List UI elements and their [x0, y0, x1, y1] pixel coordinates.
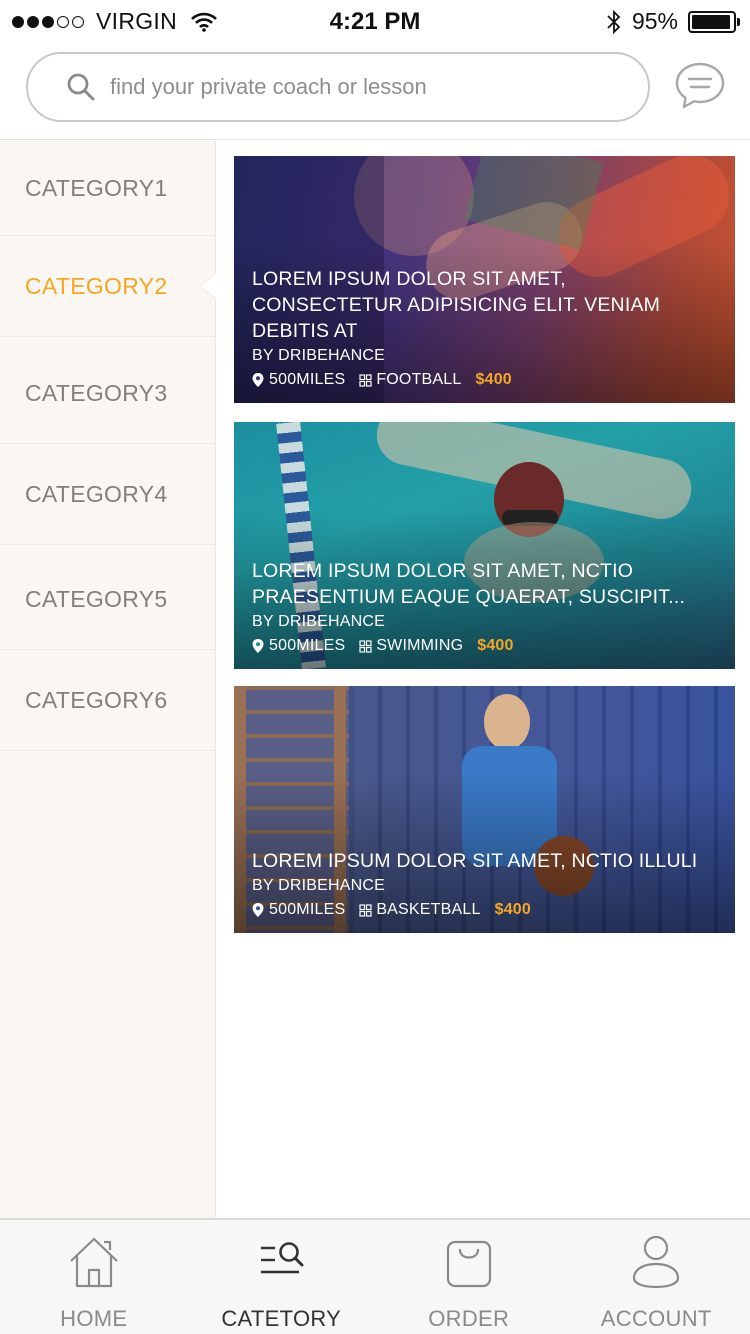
card-price: $400: [477, 637, 514, 654]
tab-order[interactable]: ORDER: [375, 1220, 563, 1334]
tab-label: HOME: [60, 1306, 128, 1331]
tab-account[interactable]: ACCOUNT: [563, 1220, 750, 1334]
battery-icon: [688, 10, 740, 33]
sidebar-item-label: CATEGORY1: [25, 174, 168, 201]
lesson-card[interactable]: LOREM IPSUM DOLOR SIT AMET, CONSECTETUR …: [234, 156, 735, 403]
card-author: BY DRIBEHANCE: [252, 347, 386, 364]
sidebar-item-category5[interactable]: CATEGORY5: [0, 545, 215, 650]
sidebar-item-category6[interactable]: CATEGORY6: [0, 650, 215, 751]
card-title: LOREM IPSUM DOLOR SIT AMET, NCTIO PRAESE…: [252, 560, 686, 608]
card-sport: FOOTBALL: [376, 371, 462, 388]
tab-label: ACCOUNT: [600, 1306, 712, 1331]
sidebar-item-label: CATEGORY2: [25, 272, 168, 299]
user-icon: [633, 1235, 680, 1289]
card-price: $400: [494, 901, 531, 918]
sidebar-item-category1[interactable]: CATEGORY1: [0, 141, 215, 236]
search-icon: [67, 73, 95, 101]
card-content: LOREM IPSUM DOLOR SIT AMET, CONSECTETUR …: [252, 266, 721, 389]
sidebar-item-category3[interactable]: CATEGORY3: [0, 337, 215, 444]
card-distance: 500MILES: [269, 371, 346, 388]
message-icon[interactable]: [674, 60, 726, 112]
status-bar: VIRGIN 4:21 PM 95%: [0, 0, 750, 42]
card-sport: SWIMMING: [376, 637, 464, 654]
battery-fill: [692, 14, 730, 29]
lesson-card[interactable]: LOREM IPSUM DOLOR SIT AMET, NCTIO ILLULI…: [234, 686, 735, 933]
sidebar-item-category4[interactable]: CATEGORY4: [0, 444, 215, 545]
card-content: LOREM IPSUM DOLOR SIT AMET, NCTIO PRAESE…: [252, 558, 721, 655]
card-content: LOREM IPSUM DOLOR SIT AMET, NCTIO ILLULI…: [252, 848, 721, 919]
lesson-card[interactable]: LOREM IPSUM DOLOR SIT AMET, NCTIO PRAESE…: [234, 422, 735, 669]
search-box[interactable]: [26, 52, 650, 122]
bottom-tab-bar: HOME CATETORY ORDER ACCOUNT: [0, 1218, 750, 1334]
shopping-bag-icon: [446, 1240, 491, 1288]
card-title: LOREM IPSUM DOLOR SIT AMET, CONSECTETUR …: [252, 268, 661, 342]
location-pin-icon: [252, 903, 264, 917]
grid-icon: [359, 639, 372, 653]
sidebar-item-label: CATEGORY5: [25, 585, 168, 612]
card-author: BY DRIBEHANCE: [252, 877, 386, 894]
grid-icon: [359, 903, 372, 917]
status-right: 95%: [606, 8, 740, 35]
card-price: $400: [475, 371, 512, 388]
card-distance: 500MILES: [269, 637, 346, 654]
sidebar-item-label: CATEGORY3: [25, 379, 168, 406]
battery-percent: 95%: [631, 8, 678, 34]
search-header: [0, 42, 750, 140]
sidebar-item-category2[interactable]: CATEGORY2: [0, 236, 216, 337]
card-distance: 500MILES: [269, 901, 346, 918]
tab-home[interactable]: HOME: [0, 1220, 188, 1334]
tab-label: ORDER: [428, 1306, 510, 1331]
card-meta: 500MILES SWIMMING $400: [252, 637, 721, 655]
card-title: LOREM IPSUM DOLOR SIT AMET, NCTIO ILLULI: [252, 850, 698, 872]
bluetooth-icon: [607, 9, 621, 34]
sidebar-item-label: CATEGORY6: [25, 686, 168, 713]
location-pin-icon: [252, 639, 264, 653]
category-search-icon: [261, 1242, 304, 1274]
card-author: BY DRIBEHANCE: [252, 613, 386, 630]
card-meta: 500MILES BASKETBALL $400: [252, 901, 721, 919]
tab-label: CATETORY: [221, 1306, 342, 1331]
category-sidebar: CATEGORY1 CATEGORY2 CATEGORY3 CATEGORY4 …: [0, 141, 216, 1218]
card-sport: BASKETBALL: [376, 901, 481, 918]
sidebar-item-label: CATEGORY4: [25, 480, 168, 507]
home-icon: [69, 1237, 118, 1288]
tab-category[interactable]: CATETORY: [188, 1220, 376, 1334]
grid-icon: [359, 373, 372, 387]
card-meta: 500MILES FOOTBALL $400: [252, 371, 721, 389]
location-pin-icon: [252, 373, 264, 387]
search-input[interactable]: [110, 74, 610, 100]
